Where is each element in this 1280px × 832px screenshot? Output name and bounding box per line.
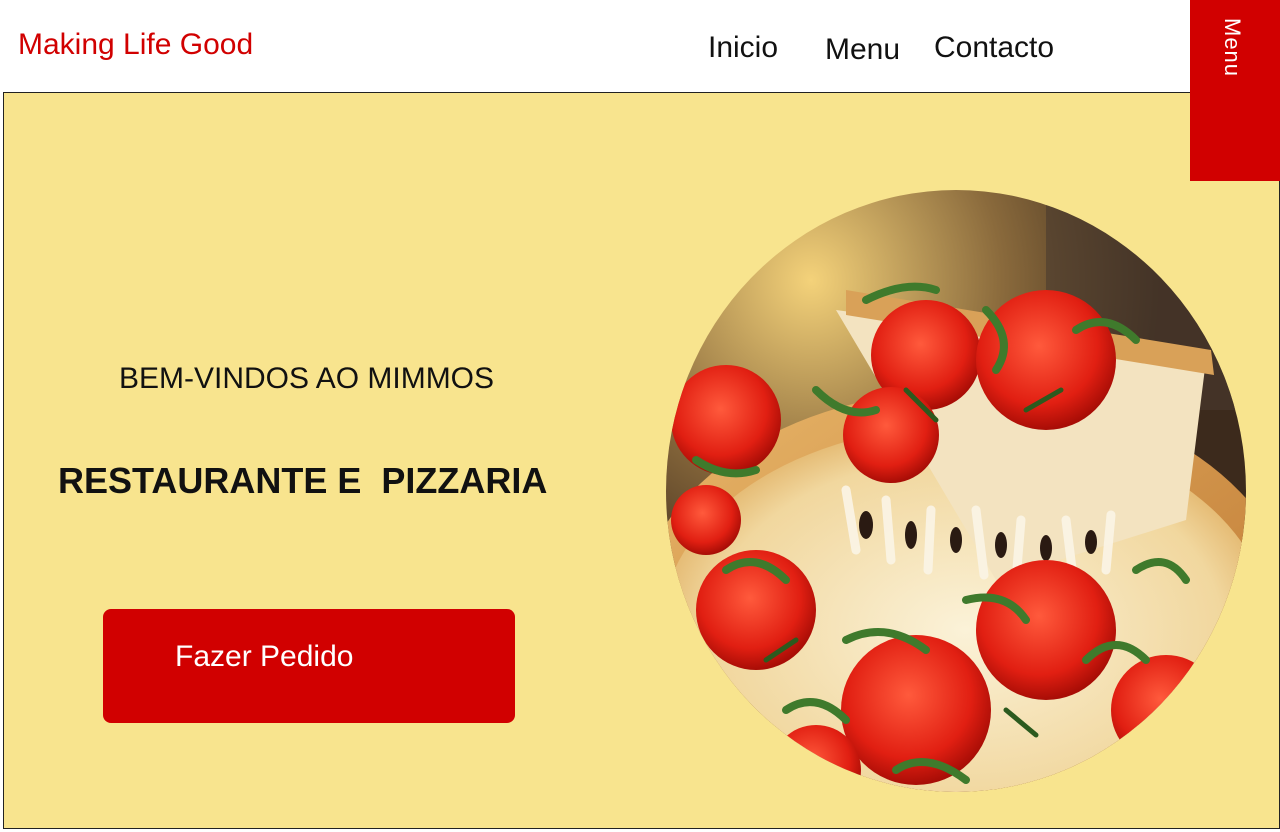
hero-headline: RESTAURANTE E PIZZARIA — [58, 460, 548, 501]
pizza-illustration — [666, 190, 1246, 792]
order-button[interactable]: Fazer Pedido — [103, 609, 515, 723]
page: Making Life Good Inicio Menu Contacto Me… — [0, 0, 1280, 832]
welcome-text: BEM-VINDOS AO MIMMOS — [119, 362, 495, 395]
nav-inicio[interactable]: Inicio — [708, 33, 778, 63]
side-menu-tab-label: Menu — [1220, 18, 1245, 78]
side-menu-tab[interactable]: Menu — [1190, 0, 1280, 181]
nav-menu[interactable]: Menu — [825, 35, 900, 65]
order-button-label: Fazer Pedido — [175, 640, 354, 673]
nav-contacto[interactable]: Contacto — [934, 33, 1054, 63]
pizza-image — [666, 190, 1246, 792]
brand-logo[interactable]: Making Life Good — [18, 30, 253, 60]
